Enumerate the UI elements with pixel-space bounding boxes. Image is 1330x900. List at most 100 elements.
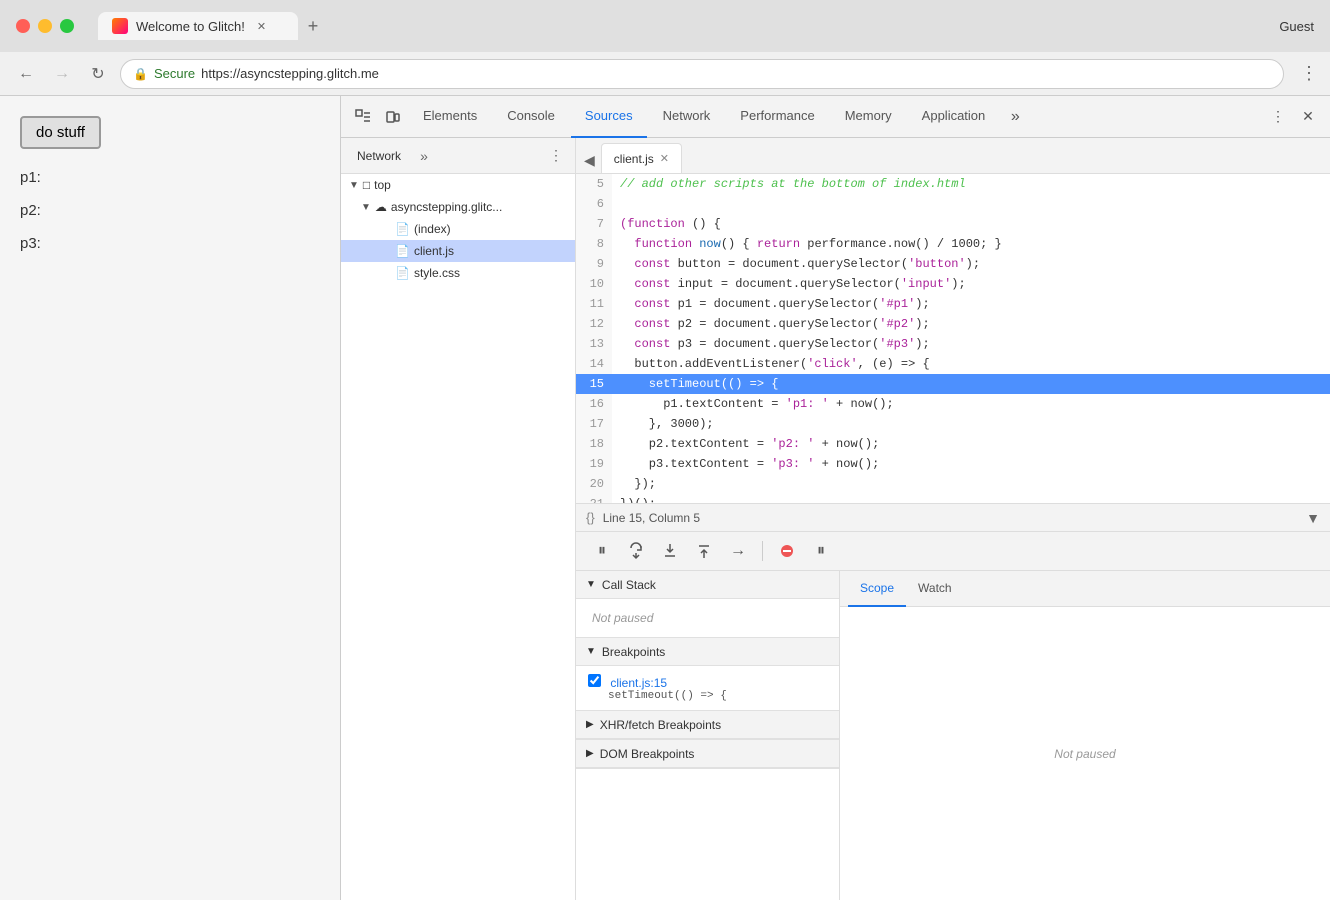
title-bar: Welcome to Glitch! ✕ + Guest [0, 0, 1330, 52]
scope-tab[interactable]: Scope [848, 571, 906, 607]
more-sources-button[interactable]: » [413, 145, 435, 167]
file-icon: 📄 [395, 222, 410, 236]
device-toolbar-button[interactable] [379, 103, 407, 131]
breakpoints-header[interactable]: ▼ Breakpoints [576, 638, 839, 666]
tab-close-button[interactable]: ✕ [257, 20, 266, 33]
xhr-arrow-icon: ▶ [586, 719, 594, 730]
bottom-panels: ▼ Call Stack Not paused ▼ Breakpoints [576, 571, 1330, 900]
p3-label: p3: [20, 235, 320, 252]
tab-memory[interactable]: Memory [831, 96, 906, 138]
top-folder[interactable]: ▼ □ top [341, 174, 575, 196]
index-file[interactable]: 📄 (index) [341, 218, 575, 240]
p2-label: p2: [20, 202, 320, 219]
xhr-title: XHR/fetch Breakpoints [600, 718, 721, 732]
do-stuff-button[interactable]: do stuff [20, 116, 101, 149]
code-panel: ◀ client.js ✕ 5 // add other scripts at … [576, 138, 1330, 900]
pause-on-exceptions-button[interactable]: ⏸ [807, 537, 835, 565]
forward-button[interactable]: → [48, 60, 76, 88]
tab-performance[interactable]: Performance [726, 96, 828, 138]
right-bottom-panel: Scope Watch Not paused [840, 571, 1330, 900]
client-js-tab-label: client.js [614, 152, 654, 166]
code-line-15: 15 setTimeout(() => { [576, 374, 1330, 394]
more-tabs-button[interactable]: » [1001, 103, 1029, 131]
step-out-button[interactable] [690, 537, 718, 565]
domain-folder[interactable]: ▼ ☁ asyncstepping.glitc... [341, 196, 575, 218]
maximize-button[interactable] [60, 19, 74, 33]
network-sources-tab[interactable]: Network [349, 138, 409, 174]
step-over-button[interactable] [622, 537, 650, 565]
cloud-icon: ☁ [375, 200, 387, 214]
code-line-17: 17 }, 3000); [576, 414, 1330, 434]
code-line-9: 9 const button = document.querySelector(… [576, 254, 1330, 274]
code-status-bar: {} Line 15, Column 5 ▼ [576, 503, 1330, 531]
client-js-tab[interactable]: client.js ✕ [601, 143, 682, 173]
browser-tab[interactable]: Welcome to Glitch! ✕ [98, 12, 298, 40]
code-panel-back-button[interactable]: ◀ [584, 152, 595, 173]
sources-panel-menu-button[interactable]: ⋮ [545, 145, 567, 167]
code-line-12: 12 const p2 = document.querySelector('#p… [576, 314, 1330, 334]
style-css-file[interactable]: 📄 style.css [341, 262, 575, 284]
breakpoint-checkbox[interactable] [588, 674, 601, 687]
style-css-label: style.css [414, 266, 460, 280]
breakpoint-label: client.js:15 [610, 676, 667, 690]
cursor-position: Line 15, Column 5 [603, 511, 700, 525]
guest-label: Guest [1279, 19, 1314, 34]
deactivate-breakpoints-button[interactable] [773, 537, 801, 565]
debug-separator [762, 541, 763, 561]
close-button[interactable] [16, 19, 30, 33]
tab-application[interactable]: Application [908, 96, 1000, 138]
top-folder-label: top [374, 178, 391, 192]
left-bottom-panel: ▼ Call Stack Not paused ▼ Breakpoints [576, 571, 840, 900]
folder-icon: □ [363, 178, 370, 192]
call-stack-title: Call Stack [602, 578, 656, 592]
code-line-21: 21 })(); [576, 494, 1330, 503]
scope-watch-tabs: Scope Watch [840, 571, 1330, 607]
code-line-8: 8 function now() { return performance.no… [576, 234, 1330, 254]
tab-sources[interactable]: Sources [571, 96, 647, 138]
dom-header[interactable]: ▶ DOM Breakpoints [576, 740, 839, 768]
watch-tab[interactable]: Watch [906, 571, 964, 607]
tab-elements[interactable]: Elements [409, 96, 491, 138]
devtools-body: Network » ⋮ ▼ □ top ▼ ☁ [341, 138, 1330, 900]
code-line-11: 11 const p1 = document.querySelector('#p… [576, 294, 1330, 314]
code-line-5: 5 // add other scripts at the bottom of … [576, 174, 1330, 194]
new-tab-button[interactable]: + [298, 11, 328, 41]
secure-text: Secure [154, 66, 195, 81]
tab-console[interactable]: Console [493, 96, 569, 138]
domain-arrow-icon: ▼ [361, 202, 371, 213]
code-line-16: 16 p1.textContent = 'p1: ' + now(); [576, 394, 1330, 414]
client-js-file[interactable]: 📄 client.js [341, 240, 575, 262]
close-tab-button[interactable]: ✕ [660, 152, 669, 165]
call-stack-header[interactable]: ▼ Call Stack [576, 571, 839, 599]
address-bar: ← → ↻ 🔒 Secure https://asyncstepping.gli… [0, 52, 1330, 96]
status-bar-dropdown-button[interactable]: ▼ [1306, 510, 1320, 526]
code-editor[interactable]: 5 // add other scripts at the bottom of … [576, 174, 1330, 503]
file-panel-toolbar: Network » ⋮ [341, 138, 575, 174]
breakpoints-section: ▼ Breakpoints client.js:15 setTimeout(()… [576, 638, 839, 711]
pause-resume-button[interactable]: ⏸ [588, 537, 616, 565]
breakpoints-title: Breakpoints [602, 645, 665, 659]
client-js-label: client.js [414, 244, 454, 258]
xhr-header[interactable]: ▶ XHR/fetch Breakpoints [576, 711, 839, 739]
inspect-element-button[interactable] [349, 103, 377, 131]
minimize-button[interactable] [38, 19, 52, 33]
dom-title: DOM Breakpoints [600, 747, 695, 761]
devtools-close-button[interactable]: ✕ [1294, 103, 1322, 131]
code-line-18: 18 p2.textContent = 'p2: ' + now(); [576, 434, 1330, 454]
url-bar[interactable]: 🔒 Secure https://asyncstepping.glitch.me [120, 59, 1284, 89]
devtools-toolbar: Elements Console Sources Network Perform… [341, 96, 1330, 138]
scope-empty-text: Not paused [1054, 747, 1115, 761]
code-line-19: 19 p3.textContent = 'p3: ' + now(); [576, 454, 1330, 474]
browser-menu-button[interactable]: ⋮ [1300, 63, 1318, 84]
traffic-lights [16, 19, 74, 33]
code-line-14: 14 button.addEventListener('click', (e) … [576, 354, 1330, 374]
secure-icon: 🔒 [133, 67, 148, 81]
step-button[interactable]: → [724, 537, 752, 565]
step-into-button[interactable] [656, 537, 684, 565]
devtools-settings-button[interactable]: ⋮ [1264, 103, 1292, 131]
breakpoint-item[interactable]: client.js:15 setTimeout(() => { [576, 670, 839, 706]
call-stack-empty: Not paused [576, 603, 839, 633]
tab-network[interactable]: Network [649, 96, 725, 138]
back-button[interactable]: ← [12, 60, 40, 88]
reload-button[interactable]: ↻ [84, 60, 112, 88]
